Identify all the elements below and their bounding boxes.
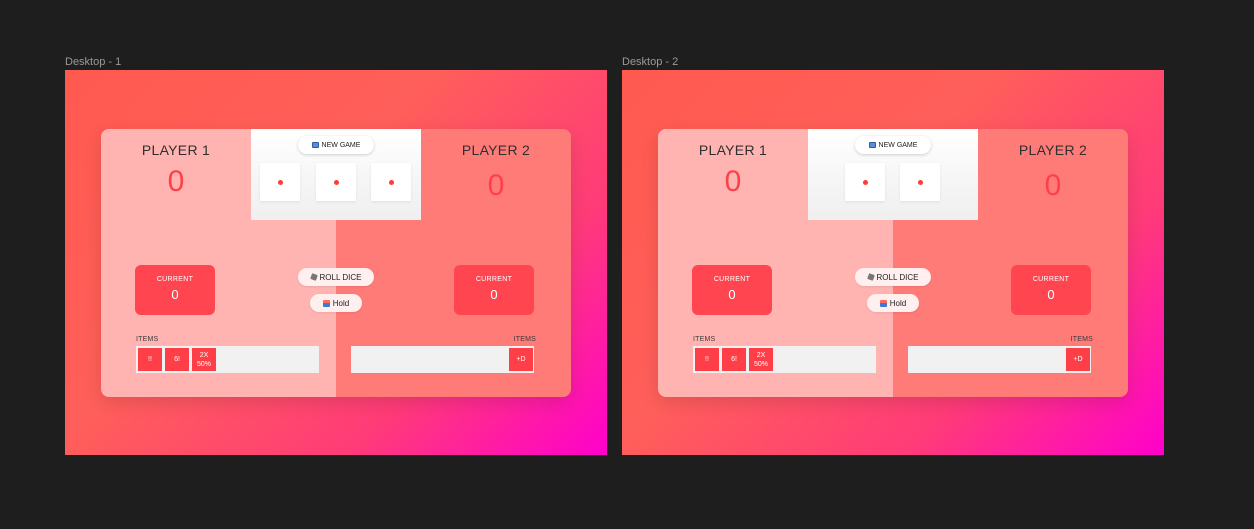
item-label: !!: [705, 356, 709, 363]
item-label: 2X: [199, 351, 209, 359]
new-game-button[interactable]: NEW GAME: [855, 136, 931, 154]
player2-current-label: CURRENT: [475, 276, 513, 283]
item-slot[interactable]: 6!: [722, 348, 746, 371]
hold-button[interactable]: Hold: [867, 294, 919, 312]
dice-area: NEW GAME: [808, 129, 978, 220]
new-game-icon: [868, 142, 876, 148]
player2-items-label: ITEMS: [1070, 336, 1093, 343]
player1-current-box: CURRENT 0: [135, 265, 215, 315]
hold-label: Hold: [889, 298, 907, 308]
new-game-icon: [311, 142, 319, 148]
player2-current-box: CURRENT 0: [454, 265, 534, 315]
item-label: !!: [148, 356, 152, 363]
die-pip: [917, 179, 923, 185]
die: [260, 163, 300, 201]
roll-dice-button[interactable]: ROLL DICE: [298, 268, 374, 286]
item-label: +D: [1073, 356, 1083, 363]
player2-items-label: ITEMS: [513, 336, 536, 343]
desktop-frame-2: PLAYER 1 0 PLAYER 2 0 NEW GAME CURRENT 0…: [622, 70, 1164, 455]
player1-items-bar: !! 6! 2X 50%: [136, 346, 319, 373]
dice-area: NEW GAME: [251, 129, 421, 220]
hold-button[interactable]: Hold: [310, 294, 362, 312]
item-slot[interactable]: 2X 50%: [749, 348, 773, 371]
die-pip: [388, 179, 394, 185]
player1-header: PLAYER 1 0: [101, 129, 251, 220]
die: [900, 163, 940, 201]
player2-current-label: CURRENT: [1032, 276, 1070, 283]
game-board: PLAYER 1 0 PLAYER 2 0 NEW GAME CURRENT 0…: [101, 129, 571, 397]
player1-current-label: CURRENT: [713, 276, 751, 283]
player2-header: PLAYER 2 0: [421, 129, 571, 220]
item-label: 2X: [756, 351, 766, 359]
player1-name: PLAYER 1: [141, 142, 211, 158]
item-slot[interactable]: +D: [509, 348, 533, 371]
dice-icon: [309, 273, 318, 281]
player2-score: 0: [1044, 169, 1062, 202]
item-slot[interactable]: +D: [1066, 348, 1090, 371]
player1-name: PLAYER 1: [698, 142, 768, 158]
player2-items-bar: +D: [908, 346, 1091, 373]
player1-current-label: CURRENT: [156, 276, 194, 283]
hold-icon: [322, 299, 330, 307]
die-pip: [862, 179, 868, 185]
die: [316, 163, 356, 201]
hold-icon: [879, 299, 887, 307]
desktop-frame-1: PLAYER 1 0 PLAYER 2 0 NEW GAME CURRENT 0…: [65, 70, 607, 455]
item-slot[interactable]: !!: [138, 348, 162, 371]
player2-name: PLAYER 2: [461, 142, 531, 158]
item-label: 6!: [731, 356, 737, 363]
hold-label: Hold: [332, 298, 350, 308]
player1-items-label: ITEMS: [136, 336, 159, 343]
player2-current-value: 0: [490, 287, 498, 302]
item-sublabel: 50%: [196, 360, 211, 368]
player2-current-value: 0: [1047, 287, 1055, 302]
item-slot[interactable]: 2X 50%: [192, 348, 216, 371]
new-game-label: NEW GAME: [321, 141, 361, 149]
game-board: PLAYER 1 0 PLAYER 2 0 NEW GAME CURRENT 0…: [658, 129, 1128, 397]
player2-score: 0: [487, 169, 505, 202]
new-game-button[interactable]: NEW GAME: [298, 136, 374, 154]
die-pip: [277, 179, 283, 185]
die: [371, 163, 411, 201]
player2-current-box: CURRENT 0: [1011, 265, 1091, 315]
player2-header: PLAYER 2 0: [978, 129, 1128, 220]
die-pip: [333, 179, 339, 185]
player2-name: PLAYER 2: [1018, 142, 1088, 158]
item-slot[interactable]: 6!: [165, 348, 189, 371]
roll-dice-label: ROLL DICE: [319, 272, 362, 282]
roll-dice-label: ROLL DICE: [876, 272, 919, 282]
frame-label: Desktop - 2: [622, 56, 679, 68]
item-slot[interactable]: !!: [695, 348, 719, 371]
new-game-label: NEW GAME: [878, 141, 918, 149]
player1-current-value: 0: [171, 287, 179, 302]
player1-score: 0: [167, 165, 185, 198]
frame-label: Desktop - 1: [65, 56, 122, 68]
player1-score: 0: [724, 165, 742, 198]
item-label: +D: [516, 356, 526, 363]
player1-current-value: 0: [728, 287, 736, 302]
item-sublabel: 50%: [753, 360, 768, 368]
player1-items-label: ITEMS: [693, 336, 716, 343]
die: [845, 163, 885, 201]
roll-dice-button[interactable]: ROLL DICE: [855, 268, 931, 286]
player2-items-bar: +D: [351, 346, 534, 373]
item-label: 6!: [174, 356, 180, 363]
player1-current-box: CURRENT 0: [692, 265, 772, 315]
player1-header: PLAYER 1 0: [658, 129, 808, 220]
player1-items-bar: !! 6! 2X 50%: [693, 346, 876, 373]
dice-icon: [866, 273, 875, 281]
